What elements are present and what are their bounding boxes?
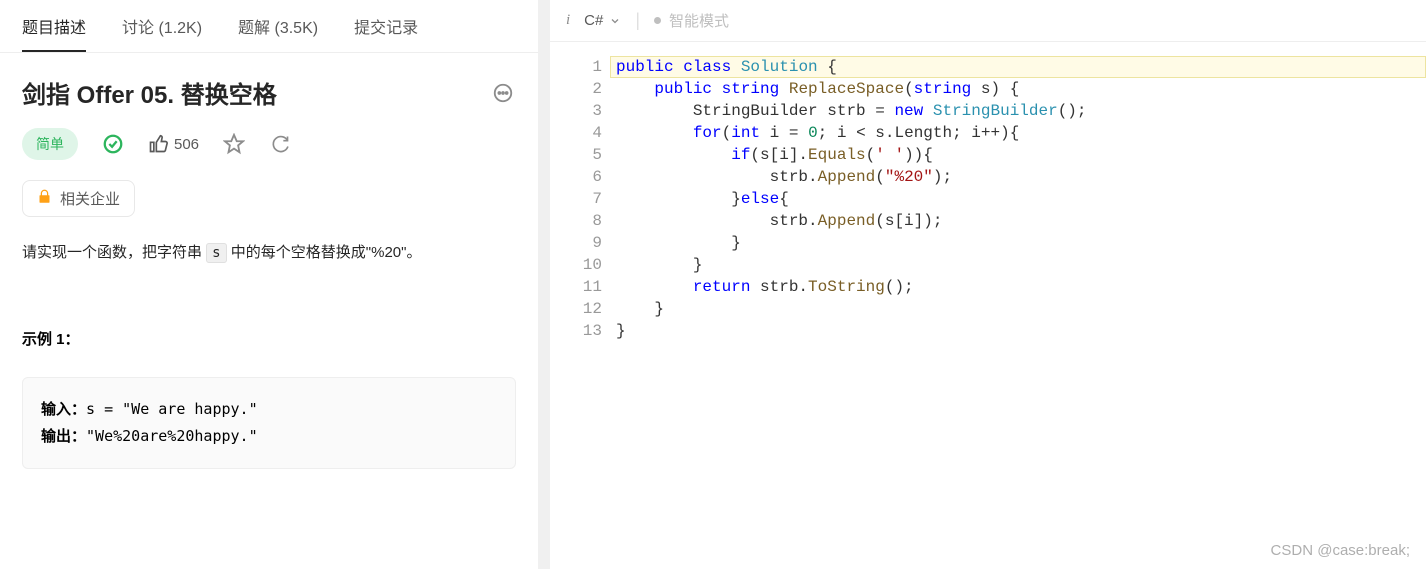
line-number: 12 <box>550 298 602 320</box>
language-label: C# <box>584 12 603 29</box>
code-line[interactable]: for(int i = 0; i < s.Length; i++){ <box>616 122 1426 144</box>
line-number: 10 <box>550 254 602 276</box>
problem-description: 请实现一个函数，把字符串 s 中的每个空格替换成"%20"。 <box>22 239 516 268</box>
info-icon[interactable]: i <box>566 12 570 29</box>
code-line[interactable]: } <box>616 254 1426 276</box>
output-value: "We%20are%20happy." <box>86 427 258 445</box>
more-options-icon[interactable] <box>490 80 516 106</box>
like-count: 506 <box>174 136 199 153</box>
line-gutter: 12345678910111213 <box>550 56 616 342</box>
line-number: 6 <box>550 166 602 188</box>
difficulty-badge: 简单 <box>22 128 78 160</box>
code-line[interactable]: if(s[i].Equals(' ')){ <box>616 144 1426 166</box>
code-line[interactable]: }else{ <box>616 188 1426 210</box>
line-number: 5 <box>550 144 602 166</box>
code-line[interactable]: strb.Append(s[i]); <box>616 210 1426 232</box>
line-number: 2 <box>550 78 602 100</box>
code-editor[interactable]: 12345678910111213 public class Solution … <box>550 42 1426 342</box>
code-area[interactable]: public class Solution { public string Re… <box>616 56 1426 342</box>
problem-tabs: 题目描述 讨论 (1.2K) 题解 (3.5K) 提交记录 <box>0 0 538 53</box>
status-dot-icon <box>654 17 661 24</box>
example-title: 示例 1： <box>22 328 516 349</box>
tab-description[interactable]: 题目描述 <box>22 14 86 52</box>
pane-divider[interactable] <box>538 0 550 569</box>
solved-check-icon <box>102 133 124 155</box>
thumbs-up-icon <box>148 134 168 154</box>
tab-submissions[interactable]: 提交记录 <box>354 14 418 52</box>
star-icon <box>223 133 245 155</box>
problem-title: 剑指 Offer 05. 替换空格 <box>22 75 277 110</box>
share-button[interactable] <box>269 133 291 155</box>
problem-scroll-area[interactable]: 题目描述 讨论 (1.2K) 题解 (3.5K) 提交记录 剑指 Offer 0… <box>0 0 538 569</box>
line-number: 7 <box>550 188 602 210</box>
editor-header: i C# | 智能模式 <box>550 0 1426 42</box>
example-block: 输入：s = "We are happy." 输出："We%20are%20ha… <box>22 377 516 469</box>
code-line[interactable]: } <box>616 298 1426 320</box>
code-line[interactable]: StringBuilder strb = new StringBuilder()… <box>616 100 1426 122</box>
language-selector[interactable]: C# <box>584 12 621 29</box>
code-line[interactable]: public class Solution { <box>616 56 1426 78</box>
like-button[interactable]: 506 <box>148 134 199 154</box>
input-value: s = "We are happy." <box>86 400 258 418</box>
tab-solution[interactable]: 题解 (3.5K) <box>238 14 318 52</box>
line-number: 3 <box>550 100 602 122</box>
favorite-button[interactable] <box>223 133 245 155</box>
lock-icon <box>37 189 52 208</box>
output-label: 输出： <box>41 427 86 445</box>
line-number: 11 <box>550 276 602 298</box>
tab-discuss[interactable]: 讨论 (1.2K) <box>122 14 202 52</box>
code-line[interactable]: strb.Append("%20"); <box>616 166 1426 188</box>
line-number: 4 <box>550 122 602 144</box>
line-number: 1 <box>550 56 602 78</box>
line-number: 9 <box>550 232 602 254</box>
code-line[interactable]: } <box>616 232 1426 254</box>
refresh-icon <box>270 134 290 154</box>
input-label: 输入： <box>41 400 86 418</box>
inline-code: s <box>206 243 226 263</box>
related-companies-button[interactable]: 相关企业 <box>22 180 135 217</box>
chevron-down-icon <box>609 15 621 27</box>
line-number: 13 <box>550 320 602 342</box>
smart-mode-toggle[interactable]: 智能模式 <box>654 10 729 31</box>
line-number: 8 <box>550 210 602 232</box>
watermark: CSDN @case:break; <box>1271 542 1410 559</box>
smart-mode-label: 智能模式 <box>669 10 729 31</box>
code-line[interactable]: return strb.ToString(); <box>616 276 1426 298</box>
code-line[interactable]: } <box>616 320 1426 342</box>
related-companies-label: 相关企业 <box>60 188 120 209</box>
code-line[interactable]: public string ReplaceSpace(string s) { <box>616 78 1426 100</box>
